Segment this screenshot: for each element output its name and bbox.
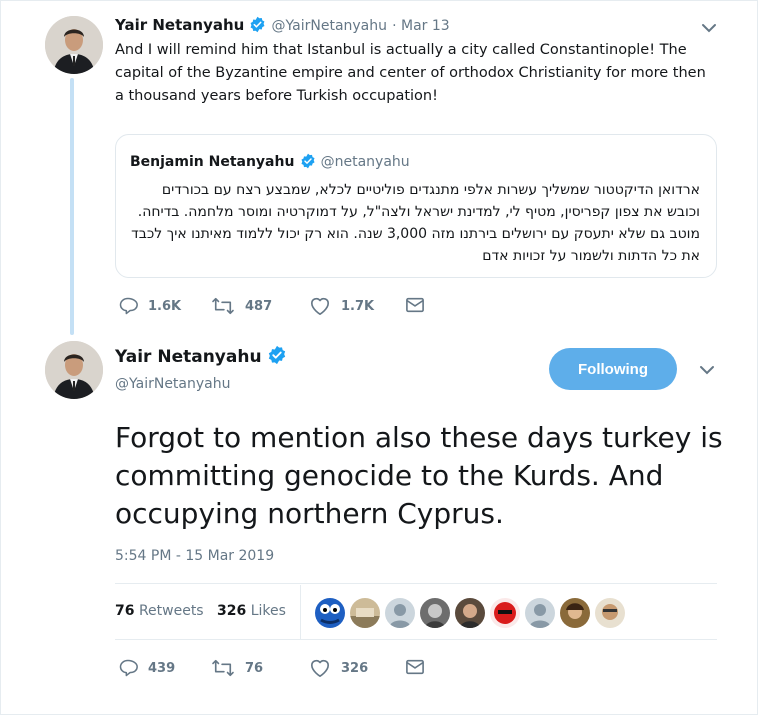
author-handle[interactable]: @YairNetanyahu — [115, 376, 231, 392]
direct-message-icon — [406, 297, 424, 313]
verified-badge-icon — [267, 345, 287, 369]
reply-button[interactable]: 1.6K — [118, 296, 181, 316]
divider — [300, 585, 301, 639]
tweet-conversation: Yair Netanyahu @YairNetanyahu · Mar 13 A… — [0, 0, 758, 715]
author-name[interactable]: Yair Netanyahu — [115, 16, 244, 34]
likes-stat[interactable]: 326 Likes — [217, 603, 286, 619]
author-name[interactable]: Yair Netanyahu — [115, 347, 262, 367]
liker-avatar[interactable] — [595, 598, 625, 628]
direct-message-button[interactable] — [405, 658, 425, 676]
like-count: 1.7K — [341, 298, 375, 314]
like-icon — [311, 659, 329, 677]
like-button[interactable]: 1.7K — [309, 296, 374, 316]
tweet-date[interactable]: · Mar 13 — [392, 18, 450, 34]
tweet-header: Yair Netanyahu @YairNetanyahu · Mar 13 — [115, 15, 450, 37]
chevron-down-icon[interactable] — [696, 359, 718, 381]
tweet-text: Forgot to mention also these days turkey… — [115, 421, 723, 530]
like-count: 326 — [341, 660, 369, 676]
retweets-stat-count: 76 — [115, 603, 135, 619]
liker-avatar[interactable] — [560, 598, 590, 628]
likes-stat-label: Likes — [250, 603, 286, 619]
liker-avatar[interactable] — [385, 598, 415, 628]
reply-icon — [119, 297, 138, 315]
divider — [115, 639, 717, 640]
liker-avatar[interactable] — [525, 598, 555, 628]
like-icon — [311, 297, 329, 315]
retweet-count: 76 — [245, 660, 264, 676]
direct-message-icon — [406, 659, 424, 675]
quoted-tweet-text: ארדואן הדיקטטור שמשליך עשרות אלפי מתנגדי… — [131, 182, 700, 264]
likes-stat-count: 326 — [217, 603, 247, 619]
retweet-count: 487 — [245, 298, 273, 314]
following-button[interactable]: Following — [549, 348, 677, 390]
tweet-header: Yair Netanyahu — [115, 345, 287, 369]
tweet-text: And I will remind him that Istanbul is a… — [115, 42, 706, 104]
liker-avatar[interactable] — [420, 598, 450, 628]
author-avatar[interactable] — [45, 16, 103, 74]
retweet-button[interactable]: 487 — [211, 296, 272, 316]
liker-avatar[interactable] — [490, 598, 520, 628]
reply-icon — [119, 659, 138, 677]
reply-count: 1.6K — [148, 298, 182, 314]
verified-badge-icon — [249, 16, 266, 37]
tweet-timestamp[interactable]: 5:54 PM - 15 Mar 2019 — [115, 548, 274, 564]
retweets-stat-label: Retweets — [138, 603, 204, 619]
retweet-icon — [212, 659, 234, 677]
quoted-author-name: Benjamin Netanyahu — [130, 154, 295, 170]
author-avatar[interactable] — [45, 341, 103, 399]
retweet-icon — [212, 297, 234, 315]
liker-avatar[interactable] — [350, 598, 380, 628]
like-button[interactable]: 326 — [309, 658, 368, 678]
direct-message-button[interactable] — [405, 296, 425, 314]
quoted-author-handle: @netanyahu — [320, 154, 410, 170]
author-handle[interactable]: @YairNetanyahu — [272, 18, 388, 34]
thread-connector-line — [70, 78, 74, 335]
reply-count: 439 — [148, 660, 176, 676]
divider — [115, 583, 717, 584]
retweets-stat[interactable]: 76 Retweets — [115, 603, 204, 619]
reply-button[interactable]: 439 — [118, 658, 175, 678]
liker-avatar[interactable] — [315, 598, 345, 628]
liker-avatar[interactable] — [455, 598, 485, 628]
retweet-button[interactable]: 76 — [211, 658, 263, 678]
quoted-tweet[interactable]: Benjamin Netanyahu @netanyahu ארדואן הדי… — [115, 134, 717, 278]
verified-badge-icon — [300, 153, 316, 173]
chevron-down-icon[interactable] — [698, 17, 720, 39]
